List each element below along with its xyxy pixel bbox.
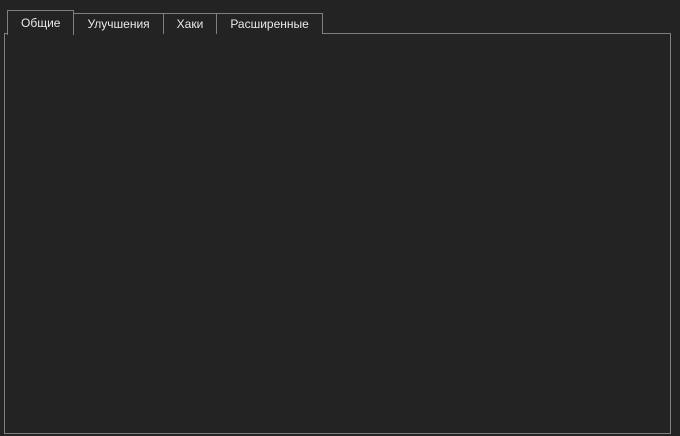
tab-enhancements-label: Улучшения <box>87 17 149 31</box>
tab-hacks-label: Хаки <box>177 17 204 31</box>
tab-enhancements[interactable]: Улучшения <box>73 13 163 34</box>
tab-advanced-label: Расширенные <box>230 17 309 31</box>
tab-general-label: Общие <box>21 16 60 30</box>
tab-hacks[interactable]: Хаки <box>163 13 218 34</box>
tab-advanced[interactable]: Расширенные <box>216 13 323 34</box>
tab-bar: Общие Улучшения Хаки Расширенные <box>7 10 323 34</box>
tab-general[interactable]: Общие <box>7 10 74 35</box>
tab-pane <box>4 33 671 434</box>
